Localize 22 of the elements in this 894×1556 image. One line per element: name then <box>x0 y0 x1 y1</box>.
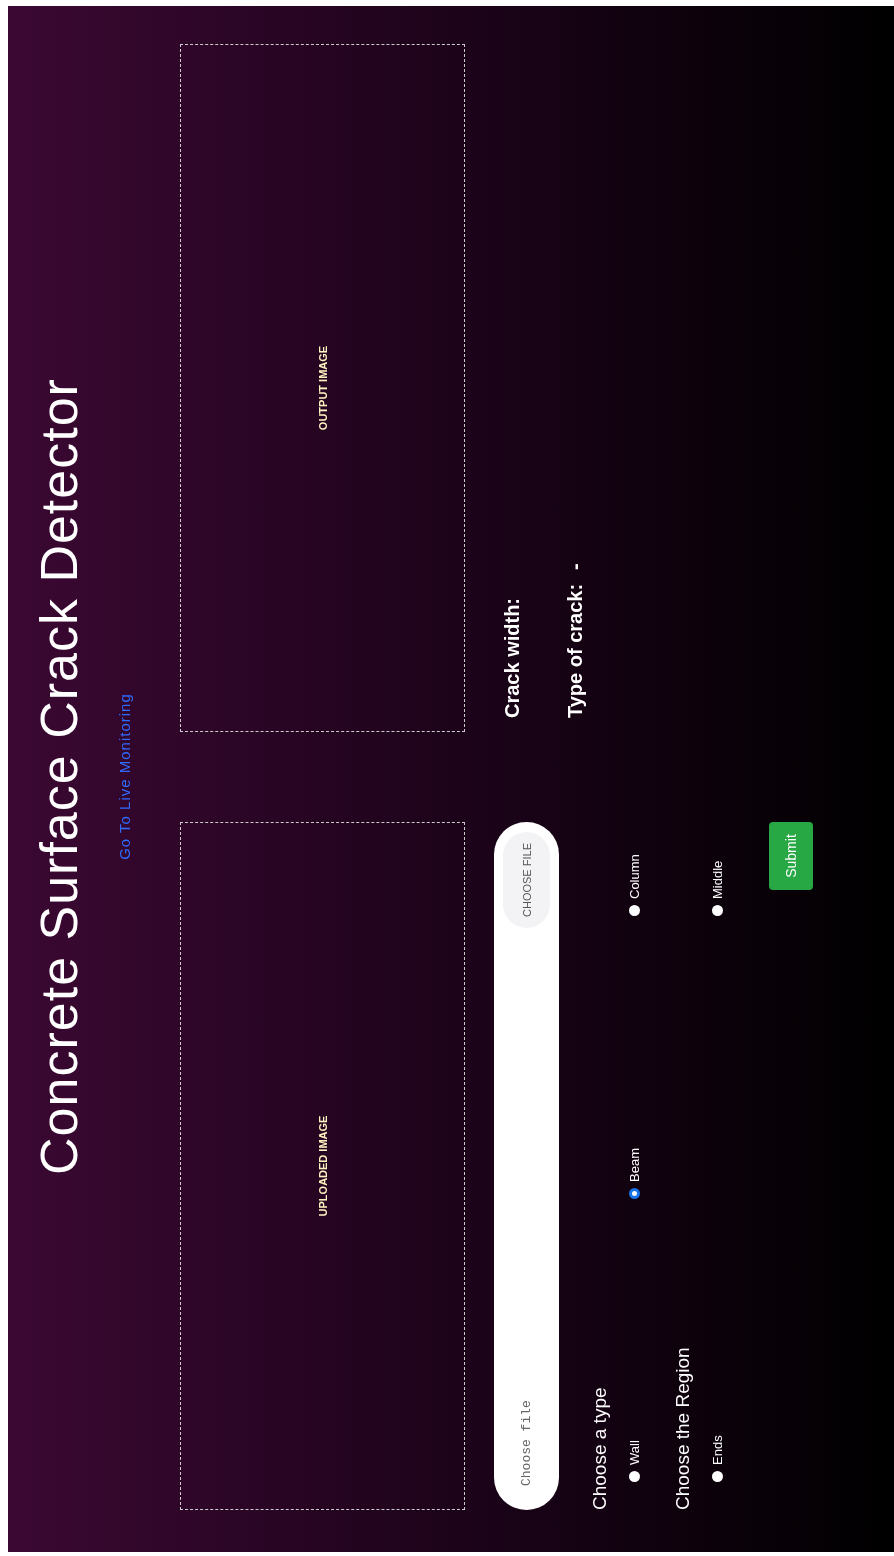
radio-label: Wall <box>627 1440 642 1465</box>
file-name-field[interactable]: Choose file <box>518 928 535 1488</box>
uploaded-image-label: UPLOADED IMAGE <box>316 1115 329 1217</box>
live-monitoring-link[interactable]: Go To Live Monitoring <box>116 693 133 860</box>
page-title: Concrete Surface Crack Detector <box>29 377 89 1177</box>
choose-file-button[interactable]: CHOOSE FILE <box>503 832 550 928</box>
group-heading: Choose the Region <box>672 1346 694 1510</box>
file-picker[interactable]: Choose file CHOOSE FILE <box>494 822 559 1510</box>
radio-button[interactable] <box>629 1471 640 1482</box>
result-label: Type of crack: <box>564 583 587 718</box>
result-value: - <box>564 563 587 570</box>
radio-button[interactable] <box>712 905 723 916</box>
radio-label: Middle <box>710 860 725 899</box>
result-label: Crack width: <box>501 597 524 718</box>
radio-label: Column <box>627 854 642 899</box>
radio-label: Ends <box>710 1435 725 1465</box>
output-image-label: OUTPUT IMAGE <box>316 345 329 431</box>
radio-button[interactable] <box>629 905 640 916</box>
radio-button[interactable] <box>629 1188 640 1199</box>
radio-button[interactable] <box>712 1471 723 1482</box>
group-heading: Choose a type <box>589 1386 611 1510</box>
radio-label: Beam <box>627 1148 642 1182</box>
